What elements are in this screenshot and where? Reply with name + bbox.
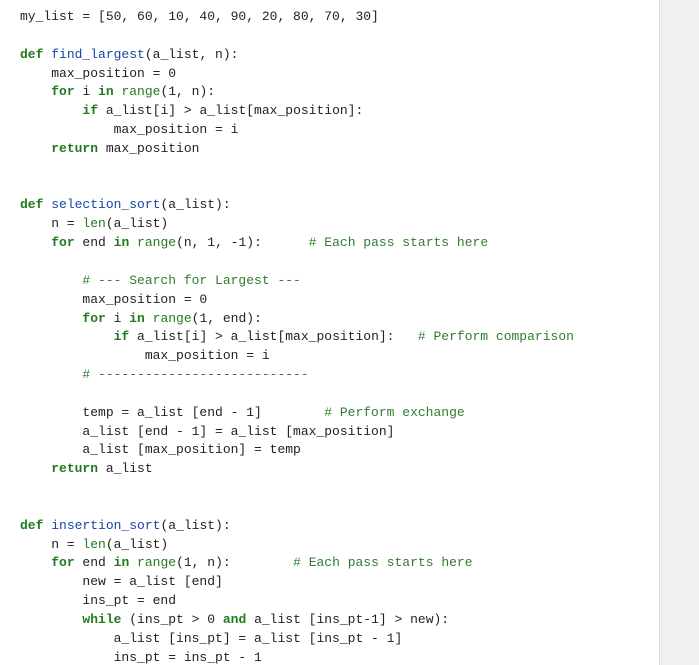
kw-in: in [129, 311, 145, 326]
comment: # Each pass starts here [293, 555, 472, 570]
fn-name: selection_sort [51, 197, 160, 212]
code-line: ins_pt = ins_pt - 1 [20, 650, 262, 665]
comment: # --- Search for Largest --- [20, 273, 301, 288]
code-line: max_position = 0 [20, 66, 176, 81]
kw-for: for [51, 235, 74, 250]
kw-in: in [114, 235, 130, 250]
kw-for: for [51, 555, 74, 570]
code-line: my_list = [50, 60, 10, 40, 90, 20, 80, 7… [20, 9, 379, 24]
kw-for: for [82, 311, 105, 326]
code-line: max_position = i [20, 348, 270, 363]
fn-name: insertion_sort [51, 518, 160, 533]
builtin: len [82, 216, 105, 231]
kw-for: for [51, 84, 74, 99]
code-line: a_list [end - 1] = a_list [max_position] [20, 424, 394, 439]
code-line: a_list [ins_pt] = a_list [ins_pt - 1] [20, 631, 402, 646]
kw-def: def [20, 197, 43, 212]
kw-if: if [82, 103, 98, 118]
builtin: len [82, 537, 105, 552]
params: (a_list, n): [145, 47, 239, 62]
code-block: my_list = [50, 60, 10, 40, 90, 20, 80, 7… [20, 8, 659, 665]
comment: # Perform comparison [418, 329, 574, 344]
code-line: max_position = 0 [20, 292, 207, 307]
builtin: range [129, 555, 176, 570]
kw-def: def [20, 518, 43, 533]
kw-in: in [114, 555, 130, 570]
code-panel: my_list = [50, 60, 10, 40, 90, 20, 80, 7… [0, 0, 660, 665]
kw-def: def [20, 47, 43, 62]
params: (a_list): [160, 518, 230, 533]
fn-name: find_largest [51, 47, 145, 62]
builtin: range [145, 311, 192, 326]
comment: # Perform exchange [324, 405, 464, 420]
kw-in: in [98, 84, 114, 99]
kw-return: return [51, 461, 98, 476]
code-line: ins_pt = end [20, 593, 176, 608]
comment: # --------------------------- [20, 367, 309, 382]
kw-and: and [223, 612, 246, 627]
kw-if: if [114, 329, 130, 344]
code-line: max_position = i [20, 122, 238, 137]
builtin: range [114, 84, 161, 99]
code-line: a_list [max_position] = temp [20, 442, 301, 457]
kw-while: while [82, 612, 121, 627]
comment: # Each pass starts here [309, 235, 488, 250]
kw-return: return [51, 141, 98, 156]
code-line: new = a_list [end] [20, 574, 223, 589]
params: (a_list): [160, 197, 230, 212]
builtin: range [129, 235, 176, 250]
